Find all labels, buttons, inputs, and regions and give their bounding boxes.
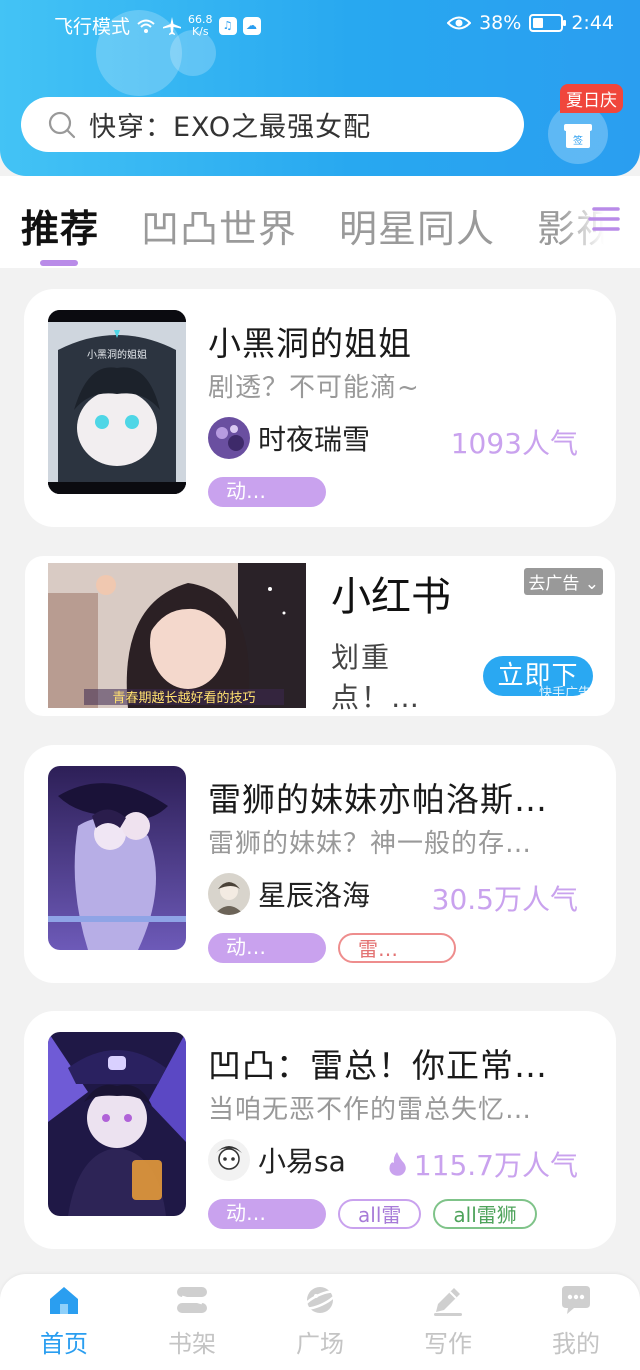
- ad-title: 小红书: [331, 574, 451, 620]
- battery-fill: [533, 18, 544, 28]
- nav-mine-label: 我的: [552, 1330, 600, 1358]
- tag-list: 动… 雷…: [208, 933, 456, 963]
- cover-image: [48, 1032, 186, 1216]
- book-desc: 剧透？不可能滴~: [208, 373, 420, 403]
- popularity-value: 1093人气: [450, 427, 578, 460]
- popularity-value: 30.5万人气: [431, 883, 578, 916]
- avatar: [208, 417, 250, 459]
- book-cover: [48, 766, 186, 950]
- cloud-app-icon: ☁: [242, 16, 261, 35]
- nav-home-label: 首页: [40, 1330, 88, 1358]
- sign-in-button[interactable]: 签 夏日庆: [548, 82, 628, 172]
- popularity: 115.7万人气: [386, 1144, 578, 1184]
- home-icon: [50, 1287, 78, 1314]
- author[interactable]: 小易sa: [208, 1139, 346, 1181]
- cover-image: 小黑洞的姐姐: [48, 310, 186, 494]
- tag[interactable]: all雷: [338, 1199, 422, 1229]
- bottom-nav: 首页 书架 广场 写作 我的: [0, 1274, 640, 1370]
- sign-in-circle: 签: [548, 104, 608, 164]
- airplane-icon: [163, 16, 182, 35]
- tag[interactable]: 动…: [208, 1199, 326, 1229]
- tag[interactable]: all雷狮: [433, 1199, 537, 1229]
- book-card[interactable]: 雷狮的妹妹亦帕洛斯… 雷狮的妹妹？神一般的存… 星辰洛海 30.5万人气 动… …: [24, 745, 616, 983]
- tab-star-fanfic[interactable]: 明星同人: [339, 198, 495, 253]
- remove-ad-label: 去广告: [528, 574, 580, 594]
- network-speed: 66.8 K/s: [188, 13, 213, 38]
- nav-write-label: 写作: [424, 1330, 472, 1358]
- avatar: [208, 873, 250, 915]
- speed-unit: K/s: [191, 24, 209, 38]
- book-title: 小黑洞的姐姐: [208, 324, 412, 363]
- book-desc: 当咱无恶不作的雷总失忆…: [208, 1095, 533, 1125]
- author[interactable]: 时夜瑞雪: [208, 417, 370, 459]
- summer-event-badge: 夏日庆: [560, 84, 623, 113]
- popularity: 30.5万人气: [432, 878, 578, 918]
- book-desc: 雷狮的妹妹？神一般的存…: [208, 829, 533, 859]
- pen-icon: [434, 1288, 462, 1316]
- category-tabs: 推荐 凹凸世界 明星同人 影视: [0, 176, 640, 268]
- ad-source-mark: 快手广告: [538, 686, 591, 701]
- search-bar[interactable]: 快穿：EXO之最强女配: [21, 97, 524, 152]
- airplane-mode-text: 飞行模式: [54, 16, 131, 38]
- book-card[interactable]: 小黑洞的姐姐 小黑洞的姐姐 剧透？不可能滴~ 时夜瑞雪 1093人气 动…: [24, 289, 616, 527]
- popularity: 1093人气: [451, 422, 578, 462]
- bookshelf-icon: [177, 1287, 207, 1313]
- author-name: 星辰洛海: [258, 879, 371, 912]
- tag-list: 动…: [208, 477, 326, 507]
- eye-icon: [447, 16, 472, 30]
- remove-ad-button[interactable]: 去广告 ⌄: [524, 568, 603, 595]
- nav-bookshelf[interactable]: 书架: [152, 1282, 232, 1359]
- search-input[interactable]: 快穿：EXO之最强女配: [89, 105, 371, 144]
- tag[interactable]: 雷…: [338, 933, 456, 963]
- tag-list: 动… all雷 all雷狮: [208, 1199, 537, 1229]
- book-title: 雷狮的妹妹亦帕洛斯…: [208, 780, 548, 819]
- gift-icon: 签: [564, 124, 592, 148]
- avatar: [208, 1139, 250, 1181]
- nav-square-label: 广场: [296, 1330, 344, 1358]
- tag[interactable]: 动…: [208, 933, 326, 963]
- author-name: 时夜瑞雪: [258, 423, 371, 456]
- music-app-icon: ♫: [218, 16, 237, 35]
- sign-label: 签: [573, 134, 583, 147]
- battery-icon: [529, 14, 567, 32]
- ad-desc: 划重点！…: [331, 641, 422, 714]
- tag[interactable]: 动…: [208, 477, 326, 507]
- header: 飞行模式 66.8 K/s ♫ ☁ 38% 2:44 快穿：EXO之最强女配 签…: [0, 0, 640, 176]
- tab-active-indicator: [40, 260, 78, 266]
- ad-photo: 青春期越长越好看的技巧: [48, 563, 306, 708]
- flame-icon: [389, 1152, 406, 1176]
- ad-image: 青春期越长越好看的技巧: [48, 563, 306, 708]
- tab-menu-icon[interactable]: [588, 204, 622, 234]
- wifi-icon: [137, 19, 155, 33]
- battery-percent: 38%: [479, 12, 522, 34]
- nav-write[interactable]: 写作: [408, 1282, 488, 1359]
- chat-icon: [562, 1286, 590, 1314]
- ad-image-caption: 青春期越长越好看的技巧: [112, 690, 255, 706]
- book-cover: [48, 1032, 186, 1216]
- cover-image: [48, 766, 186, 950]
- book-card[interactable]: 凹凸：雷总！你正常… 当咱无恶不作的雷总失忆… 小易sa 115.7万人气 动……: [24, 1011, 616, 1249]
- book-cover: 小黑洞的姐姐: [48, 310, 186, 494]
- author-name: 小易sa: [258, 1145, 346, 1178]
- nav-mine[interactable]: 我的: [536, 1282, 616, 1359]
- planet-icon: [303, 1287, 337, 1313]
- ad-card[interactable]: 青春期越长越好看的技巧 小红书 划重点！… 去广告 ⌄ 立即下 快手广告: [25, 556, 615, 716]
- tab-aotu-world[interactable]: 凹凸世界: [141, 198, 297, 253]
- nav-bookshelf-label: 书架: [168, 1330, 216, 1358]
- status-bar: 飞行模式 66.8 K/s ♫ ☁ 38% 2:44: [0, 0, 640, 50]
- tab-recommend[interactable]: 推荐: [21, 198, 99, 253]
- nav-home[interactable]: 首页: [24, 1282, 104, 1359]
- cover-title-text: 小黑洞的姐姐: [87, 348, 147, 361]
- nav-square[interactable]: 广场: [280, 1282, 360, 1359]
- clock: 2:44: [571, 12, 614, 34]
- popularity-value: 115.7万人气: [413, 1149, 578, 1182]
- author[interactable]: 星辰洛海: [208, 873, 370, 915]
- book-title: 凹凸：雷总！你正常…: [208, 1046, 548, 1085]
- search-icon: [48, 111, 76, 138]
